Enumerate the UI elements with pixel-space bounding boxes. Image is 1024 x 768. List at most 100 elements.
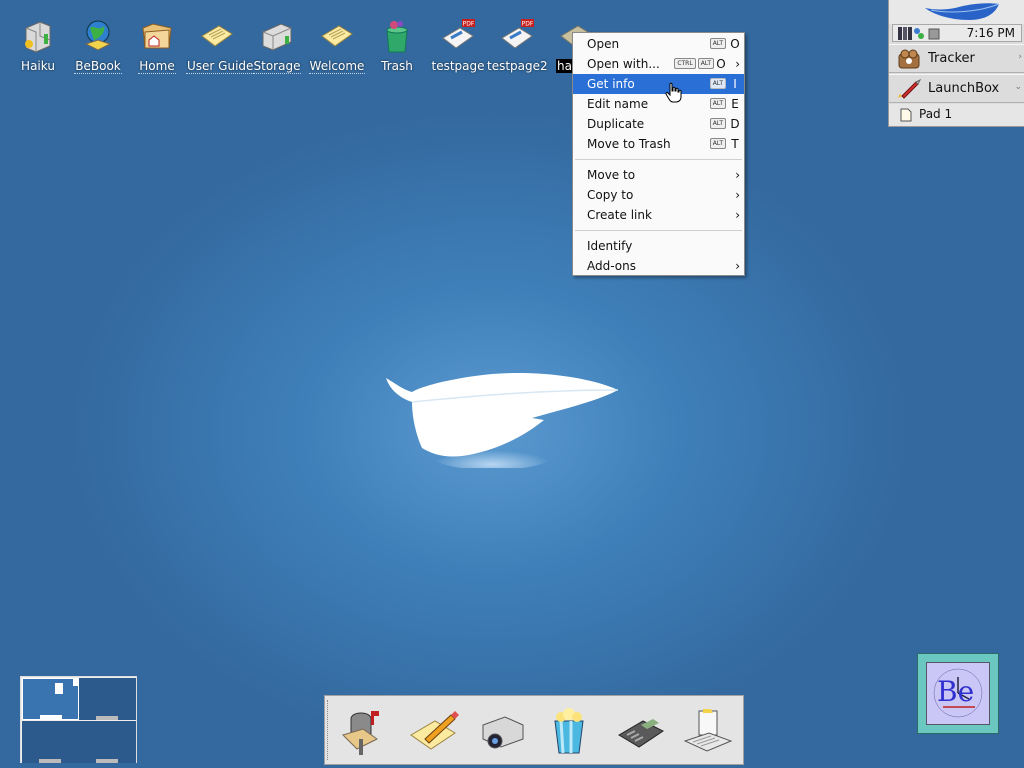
alt-key-badge: ALT bbox=[709, 98, 726, 109]
deskbar-launchbox[interactable]: LaunchBox ⌄ bbox=[889, 74, 1024, 103]
drag-handle[interactable] bbox=[327, 700, 332, 760]
alt-key-badge: ALT bbox=[709, 138, 726, 149]
deskbar-logo[interactable] bbox=[889, 0, 1024, 24]
shortcut-modifiers: ALT bbox=[709, 78, 726, 89]
desktop-icon-welcome[interactable]: Welcome bbox=[306, 18, 368, 74]
menu-item-label: Copy to bbox=[587, 188, 634, 202]
shortcut-modifiers: ALT bbox=[709, 38, 726, 49]
menu-item-open[interactable]: Open ALT O bbox=[573, 34, 744, 54]
desktop-icon-testpage[interactable]: PDF testpage bbox=[427, 18, 489, 73]
desktop-icon-trash[interactable]: Trash bbox=[366, 18, 428, 73]
menu-separator bbox=[575, 159, 742, 160]
globe-icon bbox=[84, 20, 112, 51]
deskbar-tracker-label: Tracker bbox=[928, 51, 975, 66]
submenu-arrow-icon: › bbox=[735, 188, 740, 202]
menu-separator bbox=[575, 230, 742, 231]
tracker-icon bbox=[898, 49, 920, 69]
haiku-feather-logo bbox=[386, 372, 619, 468]
menu-item-move-to[interactable]: Move to › bbox=[573, 165, 744, 185]
menu-item-label: Open with... bbox=[587, 57, 660, 71]
dock-mail[interactable] bbox=[337, 705, 393, 757]
desktop-icon-label: Home bbox=[138, 59, 176, 74]
desktop-icon-testpage2[interactable]: PDF testpage2 bbox=[486, 18, 548, 73]
workspace-4[interactable] bbox=[79, 721, 136, 763]
clock-widget[interactable]: Be bbox=[917, 653, 999, 734]
deskbar-clock[interactable]: 7:16 PM bbox=[967, 26, 1015, 40]
submenu-arrow-icon: › bbox=[735, 259, 740, 273]
menu-item-create-link[interactable]: Create link › bbox=[573, 205, 744, 225]
workspace-3[interactable] bbox=[22, 721, 79, 763]
desktop-icon-label: Trash bbox=[381, 59, 413, 73]
svg-text:PDF: PDF bbox=[522, 21, 534, 28]
workspace-2[interactable] bbox=[79, 678, 136, 720]
deskbar-tray: 7:16 PM bbox=[892, 24, 1022, 42]
shortcut-key: E bbox=[731, 97, 739, 111]
document-icon bbox=[201, 25, 233, 47]
workspace-1[interactable] bbox=[22, 678, 80, 720]
shortcut-key: T bbox=[731, 137, 739, 151]
desktop-icon-storage[interactable]: Storage bbox=[246, 18, 308, 74]
alt-key-badge: ALT bbox=[709, 38, 726, 49]
dock-poorman[interactable] bbox=[543, 705, 599, 757]
mailbox-icon bbox=[342, 711, 379, 755]
computer-folder-icon bbox=[683, 709, 733, 752]
tray-status-icons[interactable] bbox=[897, 26, 947, 41]
menu-item-identify[interactable]: Identify bbox=[573, 236, 744, 256]
shortcut-key: O bbox=[730, 37, 740, 51]
desktop-icon-user-guide[interactable]: User Guide bbox=[186, 18, 255, 74]
projector-icon bbox=[482, 716, 524, 749]
dock-terminal[interactable] bbox=[613, 705, 669, 757]
submenu-arrow-icon: › bbox=[735, 168, 740, 182]
desktop-icon-label: User Guide bbox=[186, 59, 255, 74]
home-folder-icon bbox=[142, 23, 172, 49]
workspaces-switcher bbox=[20, 676, 137, 763]
dock-mediaplayer[interactable] bbox=[475, 705, 531, 757]
shortcut-key: I bbox=[733, 77, 737, 91]
deskbar-tracker[interactable]: Tracker › bbox=[889, 44, 1024, 73]
desktop-icon-label: Storage bbox=[252, 59, 302, 74]
dock-stylededit[interactable] bbox=[407, 705, 463, 757]
desktop-icon-haiku[interactable]: Haiku bbox=[7, 18, 69, 73]
menu-item-label: Move to Trash bbox=[587, 137, 671, 151]
menu-item-open-with[interactable]: Open with... CTRL ALT O › bbox=[573, 54, 744, 74]
desktop-icon-label: Haiku bbox=[21, 59, 55, 73]
window-thumbnail bbox=[55, 683, 63, 694]
pad-document-icon bbox=[900, 108, 912, 122]
chevron-right-icon: › bbox=[1018, 52, 1022, 62]
menu-item-add-ons[interactable]: Add-ons › bbox=[573, 256, 744, 276]
menu-item-copy-to[interactable]: Copy to › bbox=[573, 185, 744, 205]
menu-item-edit-name[interactable]: Edit name ALT E bbox=[573, 94, 744, 114]
menu-item-duplicate[interactable]: Duplicate ALT D bbox=[573, 114, 744, 134]
window-thumbnail bbox=[96, 759, 118, 763]
pdf-icon: PDF bbox=[442, 19, 475, 49]
submenu-arrow-icon: › bbox=[735, 57, 740, 71]
pdf-icon: PDF bbox=[501, 19, 534, 49]
menu-item-label: Duplicate bbox=[587, 117, 645, 131]
desktop-icon-bebook[interactable]: BeBook bbox=[67, 18, 129, 74]
desktop-icon-home[interactable]: Home bbox=[126, 18, 188, 74]
alt-key-badge: ALT bbox=[709, 78, 726, 89]
context-menu: Open ALT O Open with... CTRL ALT O › Get … bbox=[572, 32, 745, 276]
chevron-down-icon: ⌄ bbox=[1014, 82, 1022, 92]
launch-dock bbox=[324, 695, 744, 765]
svg-text:PDF: PDF bbox=[463, 21, 475, 28]
deskbar-pad-1[interactable]: Pad 1 bbox=[889, 104, 1024, 126]
shortcut-key: O bbox=[716, 57, 726, 71]
hand-pointer-cursor-icon bbox=[665, 82, 682, 103]
menu-item-label: Add-ons bbox=[587, 259, 636, 273]
menu-item-get-info[interactable]: Get info ALT I bbox=[573, 74, 744, 94]
desktop-icon-label: BeBook bbox=[74, 59, 122, 74]
desktop-icon-label: testpage bbox=[431, 59, 485, 73]
deskbar: 7:16 PM Tracker › LaunchBox ⌄ Pad 1 bbox=[888, 0, 1024, 127]
deskbar-launchbox-label: LaunchBox bbox=[928, 81, 1000, 96]
submenu-arrow-icon: › bbox=[735, 208, 740, 222]
window-thumbnail bbox=[40, 715, 62, 719]
notepad-pencil-icon bbox=[410, 711, 459, 750]
menu-item-label: Open bbox=[587, 37, 620, 51]
desktop-icon-label: ha bbox=[556, 59, 573, 73]
shortcut-modifiers: CTRL ALT bbox=[674, 58, 714, 69]
dock-tracker-computer[interactable] bbox=[681, 705, 737, 757]
shortcut-key: D bbox=[730, 117, 740, 131]
haiku-feather-icon bbox=[925, 3, 1000, 21]
menu-item-move-to-trash[interactable]: Move to Trash ALT T bbox=[573, 134, 744, 154]
